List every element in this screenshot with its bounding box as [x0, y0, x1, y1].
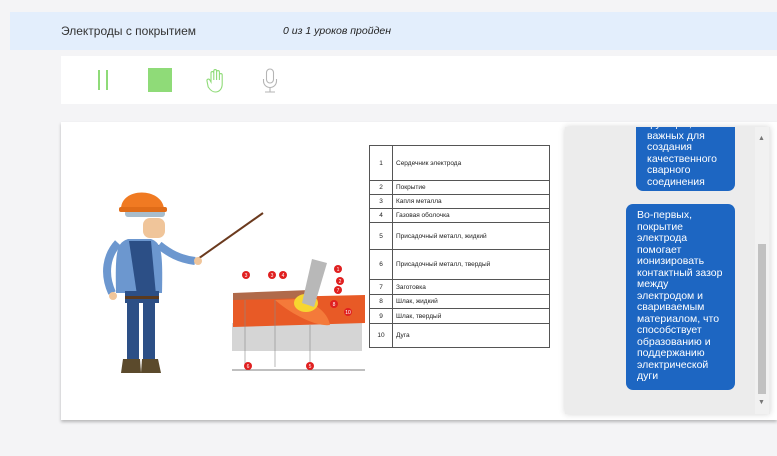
row-label: Присадочный металл, твердый: [392, 249, 550, 280]
pause-icon[interactable]: [96, 68, 110, 97]
table-row: 4 Газовая оболочка: [369, 208, 550, 223]
chat-bubble: Во-первых, покрытие электрода помогает и…: [626, 204, 735, 390]
table-row: 7 Заготовка: [369, 279, 550, 295]
diagram-marker: 4: [282, 273, 285, 279]
chat-bubble: функции, важных для создания качественно…: [636, 127, 735, 191]
course-title: Электроды с покрытием: [61, 24, 197, 38]
scroll-thumb[interactable]: [758, 244, 766, 394]
row-number: 5: [369, 222, 393, 250]
diagram-marker: 10: [345, 310, 351, 316]
microphone-icon[interactable]: [261, 68, 279, 101]
row-label: Покрытие: [392, 180, 550, 195]
legend-table: 1 Сердечник электрода 2 Покрытие 3 Капля ме…: [369, 145, 550, 348]
row-number: 2: [369, 180, 393, 195]
table-row: 2 Покрытие: [369, 180, 550, 195]
player-controls: [61, 56, 777, 104]
row-label: Заготовка: [392, 279, 550, 295]
table-row: 1 Сердечник электрода: [369, 145, 550, 181]
stop-icon[interactable]: [148, 68, 172, 97]
hand-icon[interactable]: [205, 68, 227, 99]
chat-panel: функции, важных для создания качественно…: [565, 127, 770, 414]
diagram-marker: 6: [247, 364, 250, 370]
diagram-marker: 2: [339, 279, 342, 285]
diagram-marker: 7: [337, 288, 340, 294]
row-label: Капля металла: [392, 194, 550, 209]
row-number: 1: [369, 145, 393, 181]
diagram-marker: 3: [245, 273, 248, 279]
row-number: 4: [369, 208, 393, 223]
row-number: 10: [369, 323, 393, 348]
row-number: 7: [369, 279, 393, 295]
row-number: 8: [369, 294, 393, 309]
row-label: Дуга: [392, 323, 550, 348]
diagram-marker: 5: [309, 364, 312, 370]
diagram-marker: 1: [337, 267, 340, 273]
chat-scrollbar[interactable]: ▲ ▼: [755, 127, 769, 414]
row-number: 3: [369, 194, 393, 209]
scroll-up-icon[interactable]: ▲: [758, 135, 765, 142]
lesson-header: Электроды с покрытием 0 из 1 уроков прой…: [10, 12, 777, 50]
table-row: 10 Дуга: [369, 323, 550, 348]
table-row: 5 Присадочный металл, жидкий: [369, 222, 550, 250]
diagram-marker: 8: [333, 302, 336, 308]
table-row: 6 Присадочный металл, твердый: [369, 249, 550, 280]
row-label: Шлак, твердый: [392, 308, 550, 324]
row-label: Сердечник электрода: [392, 145, 550, 181]
table-row: 3 Капля металла: [369, 194, 550, 209]
row-label: Шлак, жидкий: [392, 294, 550, 309]
table-row: 9 Шлак, твердый: [369, 308, 550, 324]
scroll-down-icon[interactable]: ▼: [758, 399, 765, 406]
table-row: 8 Шлак, жидкий: [369, 294, 550, 309]
row-label: Присадочный металл, жидкий: [392, 222, 550, 250]
row-label: Газовая оболочка: [392, 208, 550, 223]
row-number: 6: [369, 249, 393, 280]
welding-diagram: 3 3 4 1 2 7 10 8 6 5: [232, 259, 365, 371]
lesson-progress: 0 из 1 уроков пройден: [283, 25, 391, 37]
row-number: 9: [369, 308, 393, 324]
diagram-marker: 3: [271, 273, 274, 279]
